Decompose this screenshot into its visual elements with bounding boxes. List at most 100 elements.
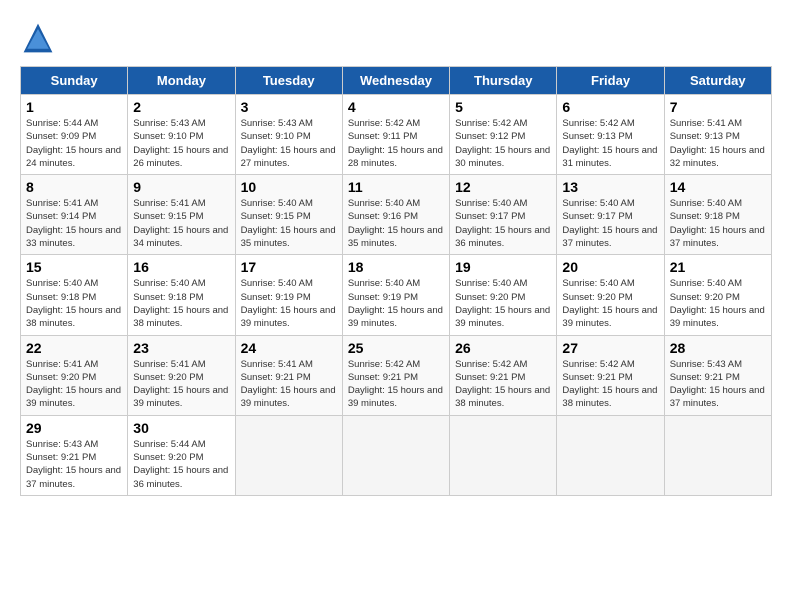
day-cell: 18 Sunrise: 5:40 AM Sunset: 9:19 PM Dayl… <box>342 255 449 335</box>
day-number: 21 <box>670 259 766 275</box>
day-number: 13 <box>562 179 658 195</box>
day-cell: 6 Sunrise: 5:42 AM Sunset: 9:13 PM Dayli… <box>557 95 664 175</box>
day-number: 20 <box>562 259 658 275</box>
day-number: 11 <box>348 179 444 195</box>
day-cell: 29 Sunrise: 5:43 AM Sunset: 9:21 PM Dayl… <box>21 415 128 495</box>
column-header-friday: Friday <box>557 67 664 95</box>
day-cell: 9 Sunrise: 5:41 AM Sunset: 9:15 PM Dayli… <box>128 175 235 255</box>
calendar-header-row: SundayMondayTuesdayWednesdayThursdayFrid… <box>21 67 772 95</box>
day-number: 25 <box>348 340 444 356</box>
day-cell: 2 Sunrise: 5:43 AM Sunset: 9:10 PM Dayli… <box>128 95 235 175</box>
calendar-week-row: 1 Sunrise: 5:44 AM Sunset: 9:09 PM Dayli… <box>21 95 772 175</box>
empty-cell <box>235 415 342 495</box>
day-info: Sunrise: 5:41 AM Sunset: 9:20 PM Dayligh… <box>133 358 229 411</box>
calendar-week-row: 29 Sunrise: 5:43 AM Sunset: 9:21 PM Dayl… <box>21 415 772 495</box>
day-cell: 13 Sunrise: 5:40 AM Sunset: 9:17 PM Dayl… <box>557 175 664 255</box>
day-info: Sunrise: 5:41 AM Sunset: 9:20 PM Dayligh… <box>26 358 122 411</box>
day-cell: 20 Sunrise: 5:40 AM Sunset: 9:20 PM Dayl… <box>557 255 664 335</box>
day-number: 27 <box>562 340 658 356</box>
day-cell: 12 Sunrise: 5:40 AM Sunset: 9:17 PM Dayl… <box>450 175 557 255</box>
day-number: 5 <box>455 99 551 115</box>
day-cell: 19 Sunrise: 5:40 AM Sunset: 9:20 PM Dayl… <box>450 255 557 335</box>
day-info: Sunrise: 5:42 AM Sunset: 9:11 PM Dayligh… <box>348 117 444 170</box>
day-cell: 17 Sunrise: 5:40 AM Sunset: 9:19 PM Dayl… <box>235 255 342 335</box>
day-cell: 8 Sunrise: 5:41 AM Sunset: 9:14 PM Dayli… <box>21 175 128 255</box>
day-number: 3 <box>241 99 337 115</box>
day-info: Sunrise: 5:41 AM Sunset: 9:14 PM Dayligh… <box>26 197 122 250</box>
logo <box>20 20 60 56</box>
day-info: Sunrise: 5:40 AM Sunset: 9:15 PM Dayligh… <box>241 197 337 250</box>
day-cell: 7 Sunrise: 5:41 AM Sunset: 9:13 PM Dayli… <box>664 95 771 175</box>
day-info: Sunrise: 5:42 AM Sunset: 9:21 PM Dayligh… <box>348 358 444 411</box>
day-info: Sunrise: 5:40 AM Sunset: 9:16 PM Dayligh… <box>348 197 444 250</box>
day-number: 16 <box>133 259 229 275</box>
calendar-week-row: 8 Sunrise: 5:41 AM Sunset: 9:14 PM Dayli… <box>21 175 772 255</box>
day-info: Sunrise: 5:43 AM Sunset: 9:10 PM Dayligh… <box>133 117 229 170</box>
calendar-week-row: 22 Sunrise: 5:41 AM Sunset: 9:20 PM Dayl… <box>21 335 772 415</box>
day-info: Sunrise: 5:40 AM Sunset: 9:18 PM Dayligh… <box>26 277 122 330</box>
day-cell: 3 Sunrise: 5:43 AM Sunset: 9:10 PM Dayli… <box>235 95 342 175</box>
day-info: Sunrise: 5:43 AM Sunset: 9:10 PM Dayligh… <box>241 117 337 170</box>
day-info: Sunrise: 5:42 AM Sunset: 9:21 PM Dayligh… <box>562 358 658 411</box>
day-info: Sunrise: 5:42 AM Sunset: 9:13 PM Dayligh… <box>562 117 658 170</box>
calendar-week-row: 15 Sunrise: 5:40 AM Sunset: 9:18 PM Dayl… <box>21 255 772 335</box>
day-cell: 16 Sunrise: 5:40 AM Sunset: 9:18 PM Dayl… <box>128 255 235 335</box>
day-cell: 27 Sunrise: 5:42 AM Sunset: 9:21 PM Dayl… <box>557 335 664 415</box>
logo-icon <box>20 20 56 56</box>
column-header-monday: Monday <box>128 67 235 95</box>
column-header-wednesday: Wednesday <box>342 67 449 95</box>
day-info: Sunrise: 5:40 AM Sunset: 9:20 PM Dayligh… <box>670 277 766 330</box>
day-info: Sunrise: 5:41 AM Sunset: 9:15 PM Dayligh… <box>133 197 229 250</box>
day-info: Sunrise: 5:40 AM Sunset: 9:18 PM Dayligh… <box>670 197 766 250</box>
day-number: 24 <box>241 340 337 356</box>
day-cell: 5 Sunrise: 5:42 AM Sunset: 9:12 PM Dayli… <box>450 95 557 175</box>
calendar-body: 1 Sunrise: 5:44 AM Sunset: 9:09 PM Dayli… <box>21 95 772 496</box>
day-cell: 14 Sunrise: 5:40 AM Sunset: 9:18 PM Dayl… <box>664 175 771 255</box>
day-number: 8 <box>26 179 122 195</box>
empty-cell <box>450 415 557 495</box>
empty-cell <box>664 415 771 495</box>
day-cell: 21 Sunrise: 5:40 AM Sunset: 9:20 PM Dayl… <box>664 255 771 335</box>
day-number: 17 <box>241 259 337 275</box>
day-info: Sunrise: 5:42 AM Sunset: 9:12 PM Dayligh… <box>455 117 551 170</box>
day-cell: 30 Sunrise: 5:44 AM Sunset: 9:20 PM Dayl… <box>128 415 235 495</box>
day-info: Sunrise: 5:40 AM Sunset: 9:17 PM Dayligh… <box>455 197 551 250</box>
day-number: 26 <box>455 340 551 356</box>
day-cell: 25 Sunrise: 5:42 AM Sunset: 9:21 PM Dayl… <box>342 335 449 415</box>
day-cell: 15 Sunrise: 5:40 AM Sunset: 9:18 PM Dayl… <box>21 255 128 335</box>
day-number: 4 <box>348 99 444 115</box>
day-number: 2 <box>133 99 229 115</box>
day-cell: 4 Sunrise: 5:42 AM Sunset: 9:11 PM Dayli… <box>342 95 449 175</box>
day-number: 6 <box>562 99 658 115</box>
day-cell: 28 Sunrise: 5:43 AM Sunset: 9:21 PM Dayl… <box>664 335 771 415</box>
day-number: 10 <box>241 179 337 195</box>
day-number: 23 <box>133 340 229 356</box>
day-info: Sunrise: 5:44 AM Sunset: 9:20 PM Dayligh… <box>133 438 229 491</box>
day-cell: 1 Sunrise: 5:44 AM Sunset: 9:09 PM Dayli… <box>21 95 128 175</box>
day-number: 18 <box>348 259 444 275</box>
day-number: 22 <box>26 340 122 356</box>
day-number: 7 <box>670 99 766 115</box>
day-info: Sunrise: 5:44 AM Sunset: 9:09 PM Dayligh… <box>26 117 122 170</box>
day-info: Sunrise: 5:42 AM Sunset: 9:21 PM Dayligh… <box>455 358 551 411</box>
day-number: 29 <box>26 420 122 436</box>
day-cell: 26 Sunrise: 5:42 AM Sunset: 9:21 PM Dayl… <box>450 335 557 415</box>
header <box>20 20 772 56</box>
calendar-table: SundayMondayTuesdayWednesdayThursdayFrid… <box>20 66 772 496</box>
day-number: 9 <box>133 179 229 195</box>
day-cell: 23 Sunrise: 5:41 AM Sunset: 9:20 PM Dayl… <box>128 335 235 415</box>
day-number: 28 <box>670 340 766 356</box>
empty-cell <box>342 415 449 495</box>
day-cell: 22 Sunrise: 5:41 AM Sunset: 9:20 PM Dayl… <box>21 335 128 415</box>
day-info: Sunrise: 5:40 AM Sunset: 9:19 PM Dayligh… <box>241 277 337 330</box>
day-info: Sunrise: 5:40 AM Sunset: 9:18 PM Dayligh… <box>133 277 229 330</box>
day-info: Sunrise: 5:40 AM Sunset: 9:20 PM Dayligh… <box>562 277 658 330</box>
day-cell: 24 Sunrise: 5:41 AM Sunset: 9:21 PM Dayl… <box>235 335 342 415</box>
day-cell: 11 Sunrise: 5:40 AM Sunset: 9:16 PM Dayl… <box>342 175 449 255</box>
day-cell: 10 Sunrise: 5:40 AM Sunset: 9:15 PM Dayl… <box>235 175 342 255</box>
day-number: 1 <box>26 99 122 115</box>
day-info: Sunrise: 5:43 AM Sunset: 9:21 PM Dayligh… <box>26 438 122 491</box>
column-header-saturday: Saturday <box>664 67 771 95</box>
day-info: Sunrise: 5:43 AM Sunset: 9:21 PM Dayligh… <box>670 358 766 411</box>
day-info: Sunrise: 5:41 AM Sunset: 9:13 PM Dayligh… <box>670 117 766 170</box>
